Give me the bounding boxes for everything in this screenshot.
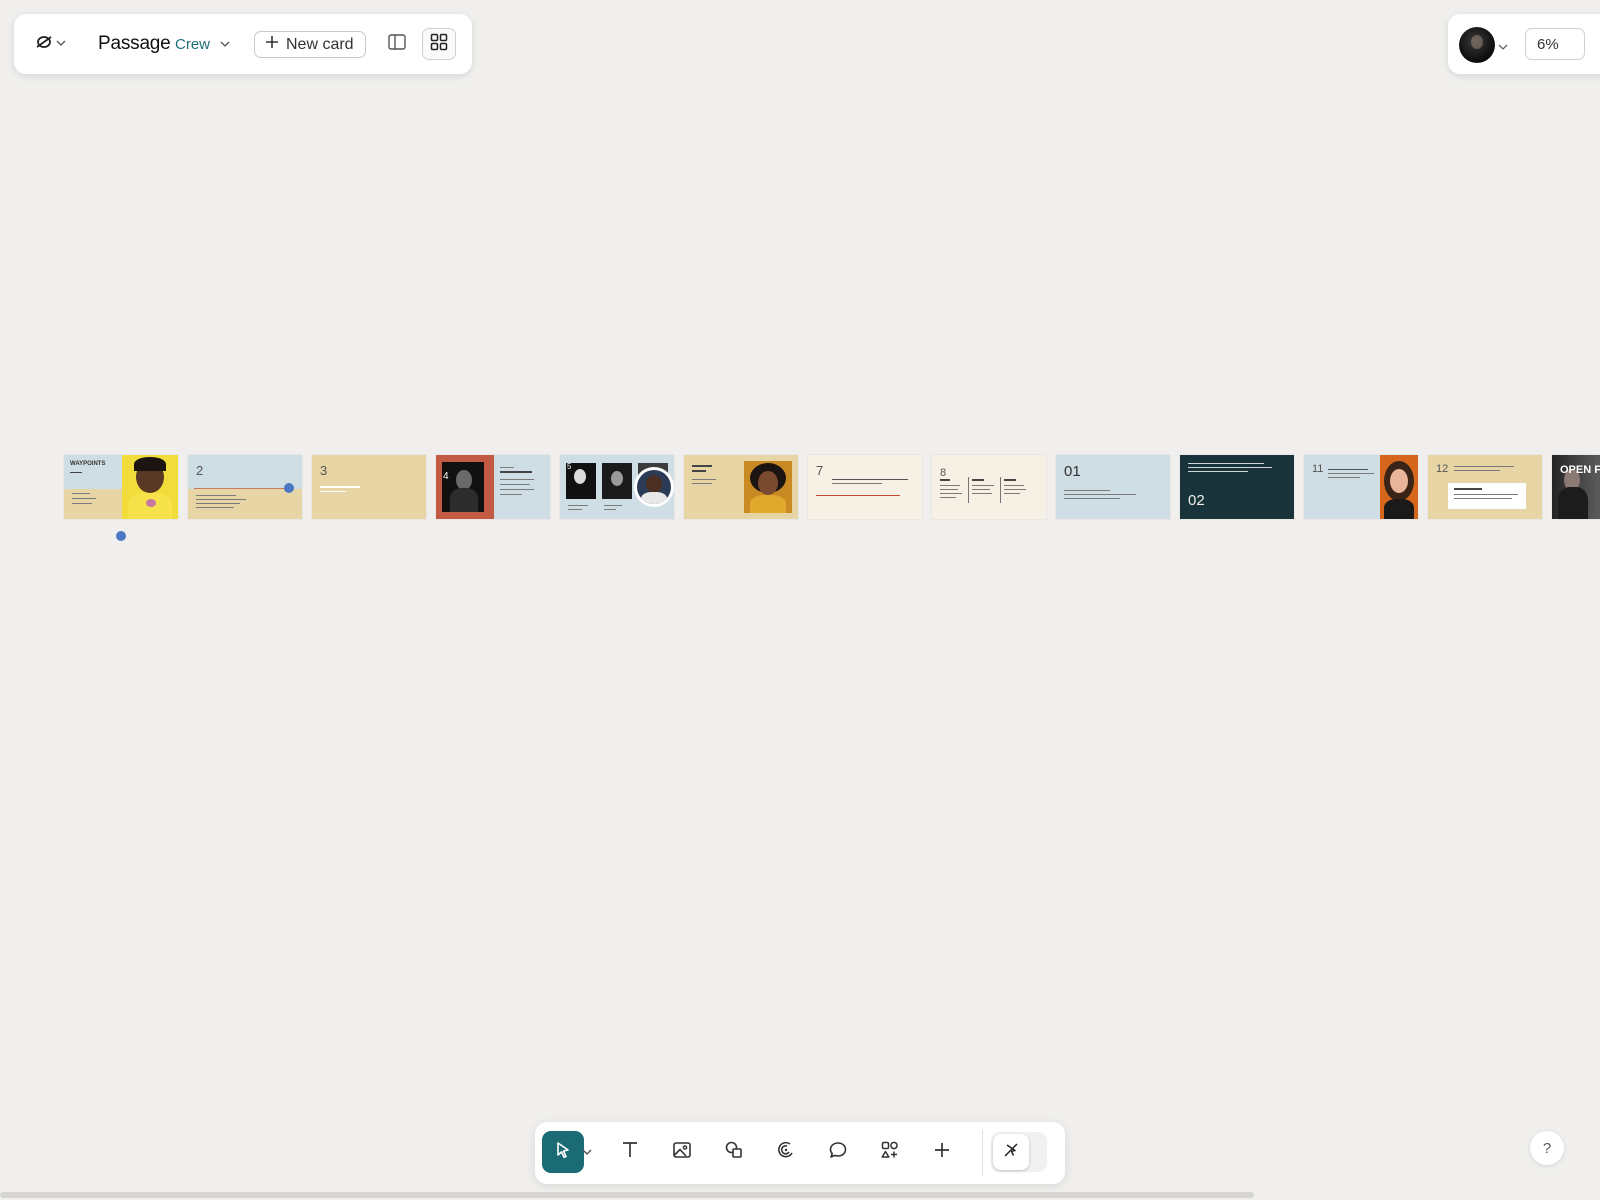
- slide-number: 4: [443, 471, 449, 482]
- image-icon: [672, 1140, 692, 1165]
- portrait-photo: [1380, 455, 1418, 519]
- logo-menu-button[interactable]: [34, 30, 74, 58]
- slide-number: 01: [1064, 463, 1081, 480]
- slide-card-3[interactable]: 3: [312, 455, 426, 519]
- pointer-toggle[interactable]: [991, 1132, 1047, 1172]
- collaborator-cursor: [116, 531, 126, 541]
- panel-view-button[interactable]: [380, 28, 414, 60]
- components-icon: [880, 1140, 900, 1165]
- slide-card-1[interactable]: WAYPOINTS: [64, 455, 178, 519]
- plus-icon: [265, 35, 279, 54]
- pen-icon: [776, 1140, 796, 1165]
- canvas: WAYPOINTS 2 3 4 5 7 8 01 02 11 12 OPEN F: [0, 0, 1600, 1200]
- new-card-label: New card: [286, 35, 354, 53]
- text-tool-button[interactable]: [609, 1131, 651, 1173]
- top-toolbar: Passage Crew New card: [14, 14, 472, 74]
- workspace-name: Crew: [175, 36, 211, 53]
- slide-number: 2: [196, 463, 204, 478]
- slide-card-13[interactable]: OPEN FL: [1552, 455, 1600, 519]
- slide-title: WAYPOINTS: [70, 461, 106, 467]
- slide-card-9[interactable]: 01: [1056, 455, 1170, 519]
- tool-dock: [535, 1122, 1065, 1184]
- shape-logo-icon: [34, 32, 54, 57]
- grid-view-icon: [430, 33, 448, 56]
- plus-icon: [932, 1140, 952, 1165]
- slide-number: 7: [816, 463, 824, 478]
- portrait-photo: [602, 463, 632, 499]
- slide-card-10[interactable]: 02: [1180, 455, 1294, 519]
- dock-divider: [982, 1130, 983, 1176]
- slide-card-4[interactable]: 4: [436, 455, 550, 519]
- chevron-down-icon: [56, 35, 66, 53]
- document-title[interactable]: Passage: [98, 33, 171, 55]
- slide-card-12[interactable]: 12: [1428, 455, 1542, 519]
- portrait-photo: [442, 462, 484, 512]
- chevron-down-icon[interactable]: [1498, 39, 1508, 57]
- slide-number: 12: [1436, 463, 1449, 475]
- toggle-knob: [993, 1134, 1029, 1170]
- shapes-tool-button[interactable]: [713, 1131, 755, 1173]
- slide-card-7[interactable]: 7: [808, 455, 922, 519]
- panel-view-icon: [388, 33, 406, 55]
- portrait-photo: [744, 461, 792, 513]
- shapes-icon: [724, 1140, 744, 1165]
- comment-icon: [828, 1140, 848, 1165]
- pen-tool-button[interactable]: [765, 1131, 807, 1173]
- components-tool-button[interactable]: [869, 1131, 911, 1173]
- image-tool-button[interactable]: [661, 1131, 703, 1173]
- comment-tool-button[interactable]: [817, 1131, 859, 1173]
- slide-number: 5: [567, 462, 572, 471]
- chevron-down-icon: [220, 36, 230, 53]
- slide-title: OPEN FL: [1560, 464, 1600, 476]
- zoom-level-field[interactable]: 6%: [1525, 28, 1585, 60]
- pointer-off-icon: [1002, 1141, 1020, 1164]
- select-tool-button[interactable]: [542, 1131, 584, 1173]
- slide-card-11[interactable]: 11: [1304, 455, 1418, 519]
- slide-card-2[interactable]: 2: [188, 455, 302, 519]
- new-card-button[interactable]: New card: [254, 31, 366, 58]
- slide-number: 11: [1312, 463, 1324, 475]
- avatar[interactable]: [1459, 27, 1495, 63]
- text-icon: [620, 1140, 640, 1165]
- collaborator-avatar[interactable]: [634, 467, 674, 507]
- add-tool-button[interactable]: [921, 1131, 963, 1173]
- horizontal-scrollbar[interactable]: [0, 1192, 1254, 1198]
- workspace-switcher[interactable]: Crew: [175, 36, 230, 53]
- slide-number: 02: [1188, 492, 1205, 509]
- top-right-controls: 6%: [1448, 14, 1600, 74]
- slide-card-5[interactable]: 5: [560, 455, 674, 519]
- slide-card-6[interactable]: [684, 455, 798, 519]
- portrait-photo: [122, 455, 178, 519]
- chevron-down-icon[interactable]: [581, 1145, 593, 1163]
- grid-view-button[interactable]: [422, 28, 456, 60]
- slide-number: 3: [320, 463, 328, 478]
- arrow-pointer-icon: [553, 1140, 573, 1165]
- slide-card-8[interactable]: 8: [932, 455, 1046, 519]
- slide-number: 8: [940, 467, 947, 479]
- help-button[interactable]: ?: [1530, 1131, 1564, 1165]
